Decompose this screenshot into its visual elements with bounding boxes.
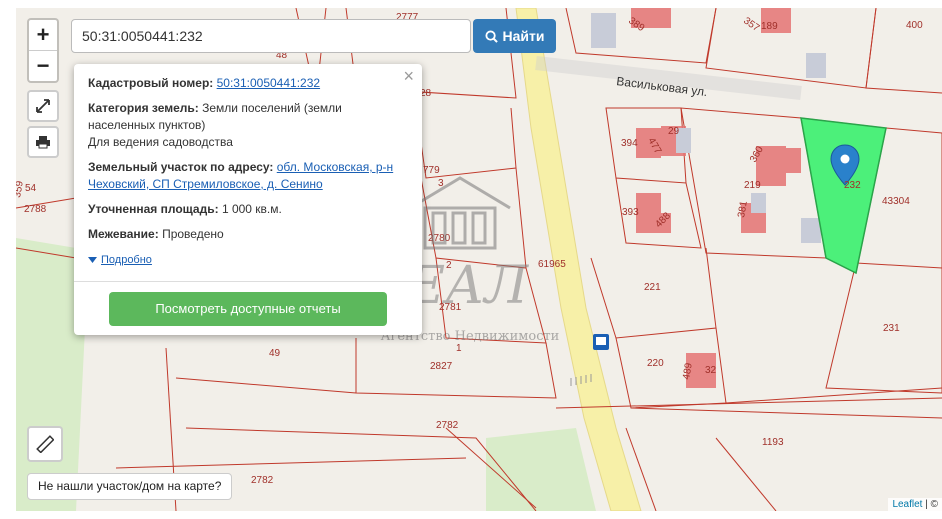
plot-number-label: 32 — [705, 365, 717, 376]
attribution: Leaflet | © — [888, 498, 942, 511]
plot-number-label: 219 — [744, 180, 761, 191]
plot-number-label: 357 — [741, 15, 761, 34]
plot-number-label: 232 — [844, 180, 861, 191]
plot-number-label: 400 — [906, 20, 923, 31]
printer-icon — [36, 136, 50, 149]
plot-number-label: 2782 — [251, 475, 274, 486]
plot-number-label: 394 — [621, 138, 638, 149]
print-button[interactable] — [27, 126, 59, 158]
view-reports-button[interactable]: Посмотреть доступные отчеты — [109, 291, 387, 326]
plot-number-label: 2 — [446, 260, 452, 271]
details-toggle[interactable]: Подробно — [88, 252, 152, 269]
plot-number-label: 49 — [269, 348, 281, 359]
leaflet-link[interactable]: Leaflet — [892, 499, 922, 510]
plot-number-label: 1 — [456, 343, 462, 354]
expand-icon — [36, 99, 50, 113]
selected-plot[interactable] — [800, 117, 887, 275]
plot-number-label: 779 — [423, 165, 440, 176]
survey-row: Межевание: Проведено — [88, 227, 224, 241]
close-icon[interactable]: × — [403, 67, 414, 85]
plot-number-label: 393 — [622, 207, 639, 218]
search-input[interactable] — [71, 19, 471, 53]
address-row: Земельный участок по адресу: обл. Москов… — [88, 160, 394, 191]
not-found-button[interactable]: Не нашли участок/дом на карте? — [27, 473, 233, 500]
search-icon — [484, 29, 498, 43]
plot-number-label: 220 — [647, 358, 664, 369]
cadastral-row: Кадастровый номер: 50:31:0050441:232 — [88, 76, 321, 90]
plot-number-label: 3 — [438, 178, 444, 189]
caret-down-icon — [88, 257, 97, 263]
zoom-control: + − — [27, 18, 59, 83]
area-row: Уточненная площадь: 1 000 кв.м. — [88, 202, 282, 216]
fullscreen-button[interactable] — [27, 90, 59, 122]
plot-number-label: 359 — [16, 180, 26, 199]
plot-number-label: 43304 — [882, 196, 910, 207]
plot-number-label: 231 — [883, 323, 900, 334]
ruler-button[interactable] — [27, 426, 63, 462]
plot-number-label: 221 — [644, 282, 661, 293]
plot-number-label: 54 — [25, 183, 37, 194]
zoom-in-button[interactable]: + — [29, 20, 57, 51]
plot-number-label: 61965 — [538, 259, 566, 270]
plot-number-label: 2780 — [428, 233, 451, 244]
plot-number-label: 1193 — [762, 437, 784, 448]
plot-number-label: 2781 — [439, 302, 462, 313]
find-button-label: Найти — [502, 28, 545, 44]
plot-number-label: 2827 — [430, 361, 453, 372]
find-button[interactable]: Найти — [473, 19, 556, 53]
category-row: Категория земель: Земли поселений (земли… — [88, 101, 342, 149]
plot-info-popup: × Кадастровый номер: 50:31:0050441:232 К… — [74, 64, 422, 335]
plot-number-label: 2782 — [436, 420, 459, 431]
ruler-icon — [36, 435, 54, 453]
zoom-out-button[interactable]: − — [29, 51, 57, 81]
cadastral-link[interactable]: 50:31:0050441:232 — [217, 76, 320, 90]
plot-number-label: 189 — [761, 21, 778, 32]
plot-number-label: 29 — [668, 126, 680, 137]
plot-number-label: 2788 — [24, 204, 47, 215]
